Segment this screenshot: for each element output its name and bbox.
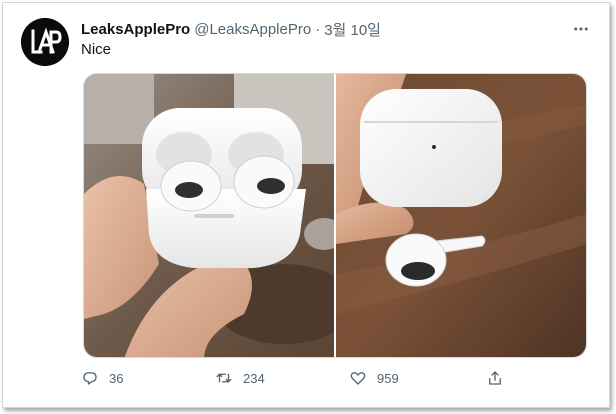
retweet-icon — [216, 373, 232, 383]
media-grid — [83, 73, 587, 358]
avatar[interactable] — [21, 18, 69, 66]
user-handle[interactable]: @LeaksApplePro — [194, 21, 311, 38]
like-button[interactable]: 959 — [349, 369, 399, 387]
tweet-card[interactable]: LeaksApplePro @LeaksApplePro · 3월 10일 Ni… — [2, 2, 610, 408]
reply-count: 36 — [109, 370, 124, 386]
like-icon — [350, 371, 366, 385]
airpods-closed-case-photo — [336, 74, 586, 357]
reply-icon — [83, 372, 97, 385]
share-button[interactable] — [486, 369, 504, 387]
photo-airpods-open-case[interactable] — [84, 74, 334, 357]
more-button[interactable] — [571, 19, 591, 39]
retweet-count: 234 — [243, 370, 265, 386]
like-count: 959 — [377, 370, 399, 386]
more-icon — [574, 27, 588, 31]
photo-airpods-closed-case[interactable] — [336, 74, 586, 357]
tweet-actions: 36 234 959 — [81, 369, 521, 393]
retweet-button[interactable]: 234 — [215, 369, 265, 387]
tweet-date[interactable]: 3월 10일 — [324, 19, 381, 40]
display-name[interactable]: LeaksApplePro — [81, 21, 190, 38]
separator-dot: · — [315, 20, 321, 38]
tweet-header: LeaksApplePro @LeaksApplePro · 3월 10일 — [81, 18, 591, 40]
reply-button[interactable]: 36 — [81, 369, 123, 387]
tweet-text: Nice — [81, 41, 112, 58]
share-icon — [489, 371, 501, 385]
lap-logo-icon — [21, 18, 69, 66]
airpods-open-case-photo — [84, 74, 334, 357]
